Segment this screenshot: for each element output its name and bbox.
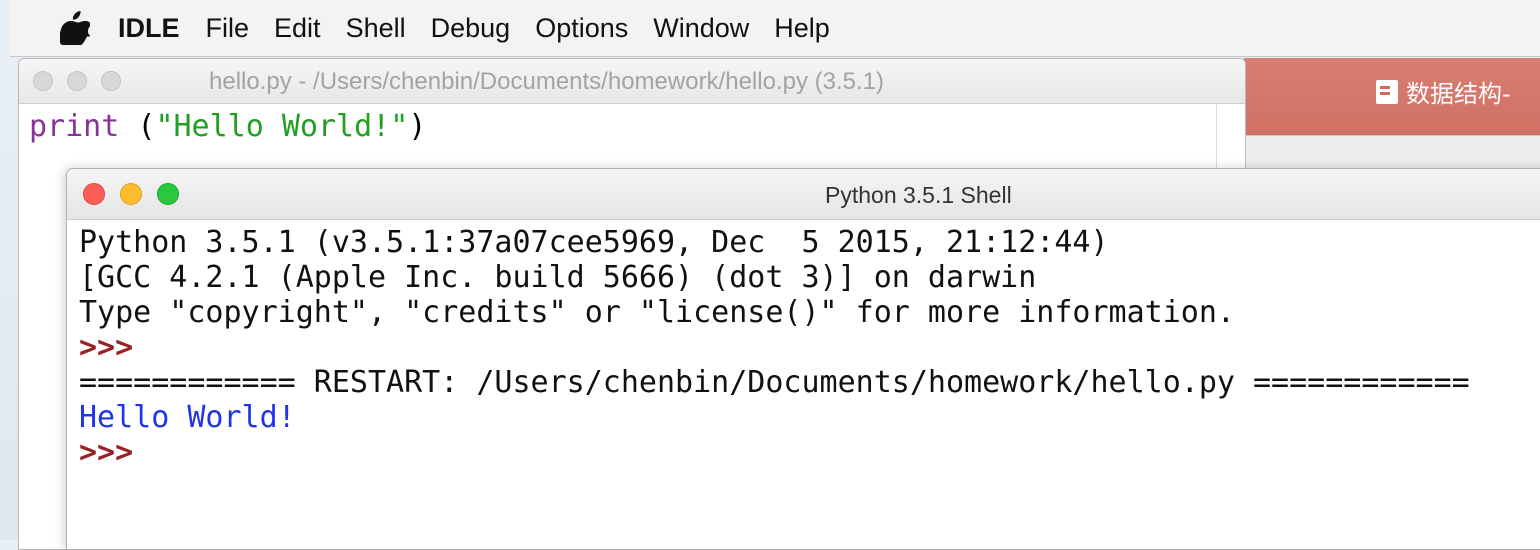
editor-scrollbar[interactable] — [1216, 104, 1217, 174]
menu-debug[interactable]: Debug — [431, 13, 511, 44]
shell-program-output: Hello World! — [79, 400, 296, 435]
shell-close-button[interactable] — [83, 183, 105, 205]
shell-restart-line: ============ RESTART: /Users/chenbin/Doc… — [79, 365, 1470, 400]
menu-app-name[interactable]: IDLE — [118, 13, 180, 44]
menu-window[interactable]: Window — [653, 13, 749, 44]
editor-zoom-button[interactable] — [101, 71, 121, 91]
editor-window-title: hello.py - /Users/chenbin/Documents/home… — [209, 68, 884, 95]
menu-bar: IDLE File Edit Shell Debug Options Windo… — [10, 0, 1540, 57]
apple-logo-icon[interactable] — [60, 11, 94, 45]
menu-edit[interactable]: Edit — [274, 13, 321, 44]
shell-banner-line-3: Type "copyright", "credits" or "license(… — [79, 295, 1235, 330]
code-string: "Hello World!" — [155, 109, 409, 144]
code-close-paren: ) — [408, 109, 427, 144]
background-document-window[interactable]: 数据结构- — [1244, 58, 1540, 168]
code-keyword: print — [29, 109, 120, 144]
code-open-paren: ( — [137, 109, 156, 144]
presentation-file-icon — [1376, 79, 1398, 104]
menu-file[interactable]: File — [206, 13, 250, 44]
shell-window-title: Python 3.5.1 Shell — [825, 182, 1012, 208]
shell-prompt-current[interactable]: >>> — [79, 435, 1470, 470]
shell-banner-line-1: Python 3.5.1 (v3.5.1:37a07cee5969, Dec 5… — [79, 225, 1109, 260]
editor-code-area[interactable]: print ("Hello World!") — [29, 109, 426, 144]
menu-help[interactable]: Help — [774, 13, 830, 44]
background-window-toolbar — [1244, 135, 1540, 168]
shell-window[interactable]: Python 3.5.1 Shell Python 3.5.1 (v3.5.1:… — [66, 168, 1540, 550]
shell-minimize-button[interactable] — [120, 183, 142, 205]
background-document-label: 数据结构- — [1406, 80, 1511, 108]
shell-prompt: >>> — [79, 330, 134, 365]
shell-title-bar[interactable]: Python 3.5.1 Shell — [67, 169, 1540, 220]
editor-close-button[interactable] — [33, 71, 53, 91]
shell-output-area[interactable]: Python 3.5.1 (v3.5.1:37a07cee5969, Dec 5… — [79, 225, 1470, 470]
background-document-title[interactable]: 数据结构- — [1376, 74, 1511, 109]
menu-options[interactable]: Options — [535, 13, 628, 44]
editor-title-bar[interactable]: hello.py - /Users/chenbin/Documents/home… — [19, 59, 1245, 104]
menu-shell[interactable]: Shell — [346, 13, 406, 44]
editor-minimize-button[interactable] — [67, 71, 87, 91]
shell-zoom-button[interactable] — [157, 183, 179, 205]
shell-banner-line-2: [GCC 4.2.1 (Apple Inc. build 5666) (dot … — [79, 260, 1037, 295]
